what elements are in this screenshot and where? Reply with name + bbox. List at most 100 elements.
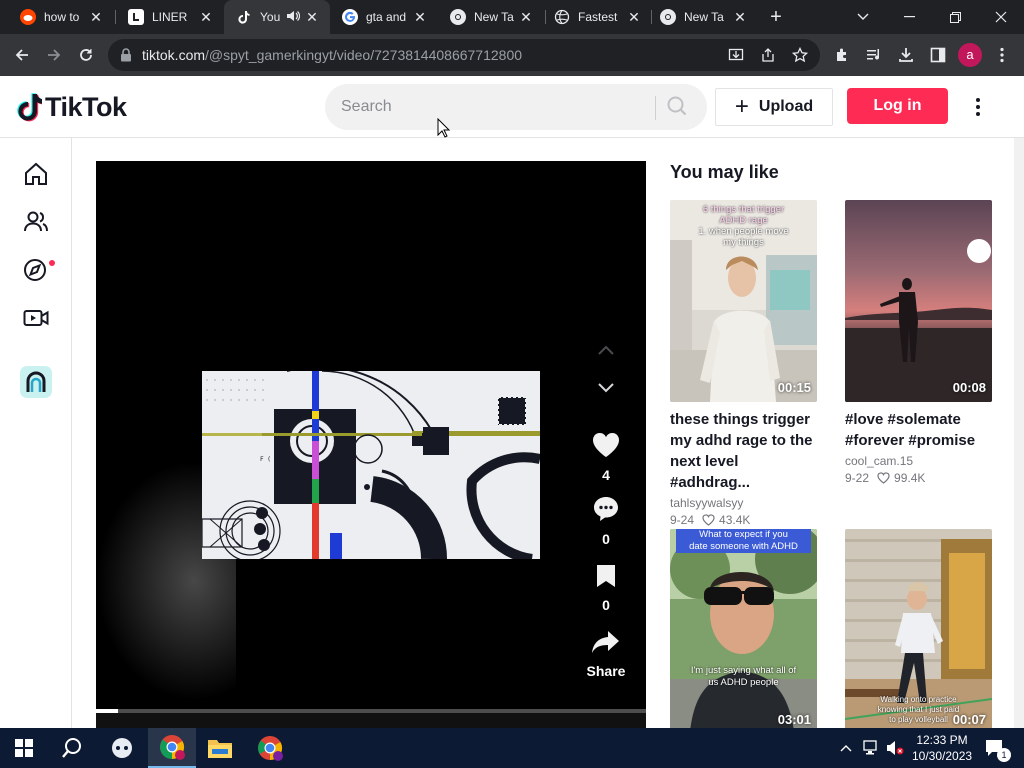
chrome-icon xyxy=(258,736,283,761)
close-tab-icon[interactable]: ✕ xyxy=(732,9,748,25)
video-title[interactable]: #love #solemate #forever #promise xyxy=(845,409,992,451)
login-button[interactable]: Log in xyxy=(847,88,948,124)
video-player[interactable]: F ( ) AT 4 0 0 Share xyxy=(96,161,646,728)
side-panel-icon[interactable] xyxy=(926,43,950,67)
windows-taskbar: 12:33 PM 10/30/2023 1 xyxy=(0,728,1024,768)
search-bar[interactable] xyxy=(325,84,707,130)
install-app-icon[interactable] xyxy=(726,45,746,65)
forward-button[interactable] xyxy=(42,43,66,67)
plus-icon: + xyxy=(734,93,749,120)
browser-tab[interactable]: how to ✕ xyxy=(0,0,114,34)
close-tab-icon[interactable]: ✕ xyxy=(518,9,534,25)
live-icon[interactable] xyxy=(22,304,50,332)
address-bar[interactable]: tiktok.com/@spyt_gamerkingyt/video/72738… xyxy=(108,39,820,71)
share-arrow-icon[interactable] xyxy=(591,629,621,655)
close-tab-icon[interactable]: ✕ xyxy=(412,9,428,25)
share-action[interactable]: Share xyxy=(578,629,634,679)
save-action[interactable]: 0 xyxy=(578,563,634,613)
browser-tab-active[interactable]: You ✕ xyxy=(224,0,330,34)
browser-tab[interactable]: New Ta ✕ xyxy=(652,0,758,34)
back-button[interactable] xyxy=(10,43,34,67)
url-text: tiktok.com/@spyt_gamerkingyt/video/72738… xyxy=(142,47,522,63)
close-tab-icon[interactable]: ✕ xyxy=(626,9,642,25)
bookmark-star-icon[interactable] xyxy=(790,45,810,65)
restore-button[interactable] xyxy=(932,0,978,34)
video-thumbnail[interactable]: Walking onto practice knowing that I jus… xyxy=(845,529,992,728)
media-control-icon[interactable] xyxy=(862,43,886,67)
upload-button[interactable]: + Upload xyxy=(715,88,833,126)
profile-avatar[interactable]: a xyxy=(958,43,982,67)
share-icon[interactable] xyxy=(758,45,778,65)
system-clock[interactable]: 12:33 PM 10/30/2023 xyxy=(912,732,972,764)
video-duration: 00:08 xyxy=(952,380,986,395)
video-duration: 00:07 xyxy=(952,712,986,727)
reload-button[interactable] xyxy=(74,43,98,67)
comment-icon[interactable] xyxy=(592,495,620,523)
video-thumbnail[interactable]: 6 things that trigger ADHD rage 1. when … xyxy=(670,200,817,402)
loading-spinner-icon xyxy=(967,239,991,263)
video-like-count: 43.4K xyxy=(719,513,751,527)
thumbnail-image xyxy=(845,200,992,402)
video-author[interactable]: cool_cam.15 xyxy=(845,454,992,468)
video-author[interactable]: tahlsyywalsyy xyxy=(670,496,817,510)
url-host: tiktok.com xyxy=(142,47,206,63)
browser-tab[interactable]: New Ta ✕ xyxy=(438,0,544,34)
browser-tab-strip: how to ✕ LINER ✕ You ✕ gta and ✕ New Ta … xyxy=(0,0,1024,34)
cortana-button[interactable] xyxy=(98,728,146,768)
close-tab-icon[interactable]: ✕ xyxy=(304,9,320,25)
tab-search-button[interactable] xyxy=(840,0,886,34)
windows-logo-icon xyxy=(15,739,33,757)
more-options-icon[interactable] xyxy=(968,96,988,120)
heart-icon[interactable] xyxy=(591,431,621,459)
file-explorer-button[interactable] xyxy=(196,728,244,768)
chrome-menu-icon[interactable] xyxy=(990,43,1014,67)
network-icon[interactable] xyxy=(860,728,882,768)
show-hidden-icons-button[interactable] xyxy=(836,728,856,768)
video-thumbnail[interactable]: 00:08 xyxy=(845,200,992,402)
previous-video-icon[interactable] xyxy=(591,335,621,365)
comment-action[interactable]: 0 xyxy=(578,495,634,547)
search-icon[interactable] xyxy=(666,95,692,119)
video-thumbnail[interactable]: What to expect if you date someone with … xyxy=(670,529,817,728)
following-icon[interactable] xyxy=(22,208,50,236)
downloads-icon[interactable] xyxy=(894,43,918,67)
creator-effects-icon[interactable] xyxy=(20,366,52,398)
chrome-taskbar-app[interactable] xyxy=(148,728,196,768)
home-icon[interactable] xyxy=(22,160,50,188)
like-action[interactable]: 4 xyxy=(578,431,634,483)
volume-muted-icon[interactable] xyxy=(884,728,906,768)
new-tab-button[interactable]: + xyxy=(766,7,786,27)
next-video-icon[interactable] xyxy=(591,373,621,403)
you-may-like-heading: You may like xyxy=(670,162,779,182)
recommended-video-card[interactable]: Walking onto practice knowing that I jus… xyxy=(845,529,992,728)
url-path: /@spyt_gamerkingyt/video/727381440866771… xyxy=(205,47,523,63)
tiktok-logo[interactable]: TikTok xyxy=(16,92,127,122)
search-button[interactable] xyxy=(48,728,96,768)
speaker-icon[interactable] xyxy=(286,10,301,25)
notification-center-button[interactable]: 1 xyxy=(980,728,1011,768)
minimize-button[interactable] xyxy=(886,0,932,34)
chrome-taskbar-app-secondary[interactable] xyxy=(246,728,294,768)
video-controls-area xyxy=(96,713,646,728)
explore-compass-icon[interactable] xyxy=(22,256,50,284)
close-tab-icon[interactable]: ✕ xyxy=(198,9,214,25)
bookmark-icon[interactable] xyxy=(595,563,617,589)
start-button[interactable] xyxy=(0,728,48,768)
video-frame[interactable]: F ( ) AT xyxy=(202,371,540,559)
browser-tab[interactable]: LINER ✕ xyxy=(116,0,224,34)
recommended-video-card[interactable]: 6 things that trigger ADHD rage 1. when … xyxy=(670,200,817,527)
lock-icon[interactable] xyxy=(120,48,134,62)
chrome-icon xyxy=(160,735,185,760)
recommended-video-card[interactable]: 00:08 #love #solemate #forever #promise … xyxy=(845,200,992,485)
browser-tab[interactable]: gta and ✕ xyxy=(330,0,438,34)
close-window-button[interactable] xyxy=(978,0,1024,34)
close-tab-icon[interactable]: ✕ xyxy=(88,9,104,25)
video-title[interactable]: these things trigger my adhd rage to the… xyxy=(670,409,817,493)
search-input[interactable] xyxy=(341,96,641,118)
recommended-video-card[interactable]: What to expect if you date someone with … xyxy=(670,529,817,728)
extensions-icon[interactable] xyxy=(830,43,854,67)
folder-icon xyxy=(208,740,232,758)
page-scrollbar[interactable] xyxy=(1014,138,1024,728)
browser-tab[interactable]: Fastest ✕ xyxy=(546,0,652,34)
tab-title: New Ta xyxy=(474,10,514,24)
